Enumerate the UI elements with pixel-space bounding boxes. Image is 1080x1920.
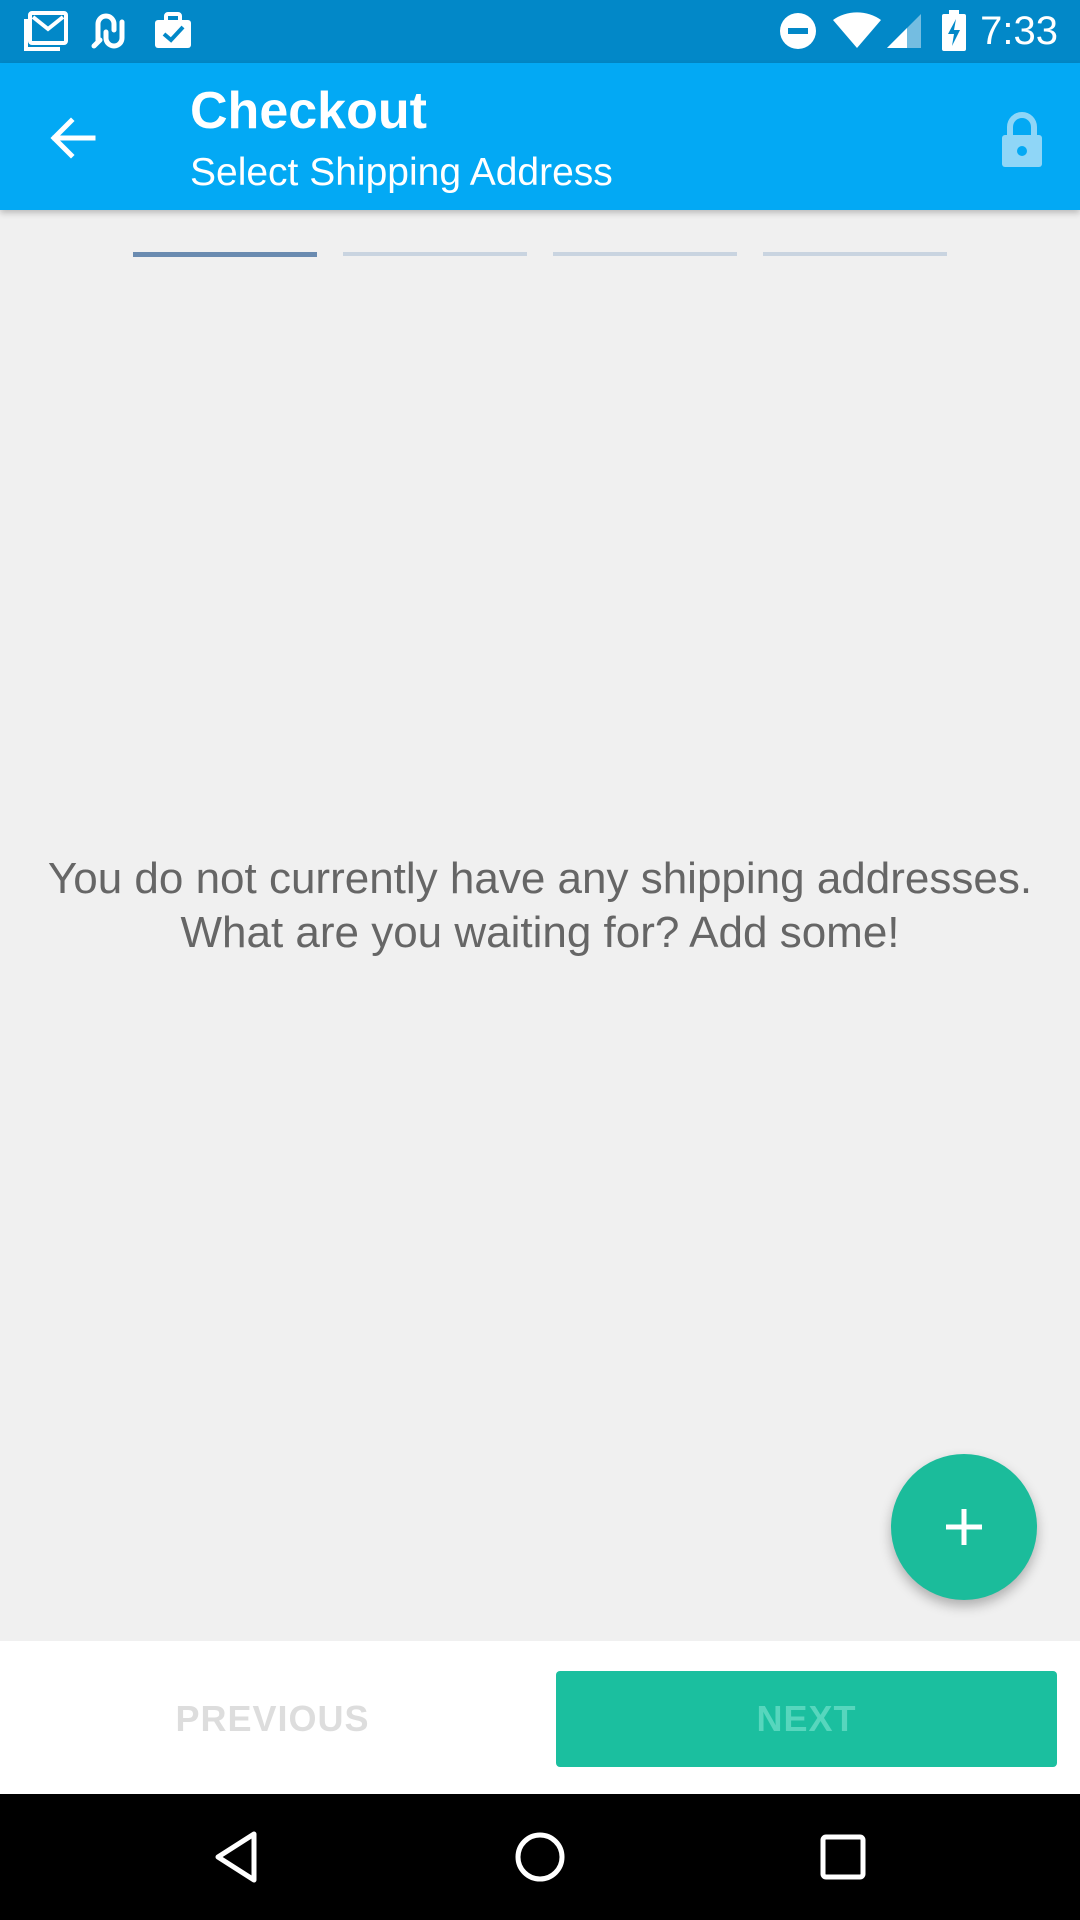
page-title: Checkout: [190, 82, 427, 140]
step-progress: [0, 252, 1080, 258]
step-indicator-1: [133, 252, 317, 257]
plus-icon: [946, 1509, 982, 1545]
previous-button[interactable]: PREVIOUS: [0, 1671, 545, 1767]
navigation-bar: [0, 1794, 1080, 1920]
gmail-icon: [22, 10, 70, 52]
empty-state-line-1: You do not currently have any shipping a…: [47, 854, 1033, 903]
arrow-back-icon: [50, 117, 96, 159]
battery-charging-icon: [940, 10, 968, 52]
status-time: 7:33: [980, 9, 1058, 53]
step-indicator-4: [763, 252, 947, 256]
step-indicator-2: [343, 252, 527, 256]
do-not-disturb-icon: [778, 10, 818, 52]
signal-icon: [884, 10, 924, 52]
status-bar: 7:33: [0, 0, 1080, 63]
page-subtitle: Select Shipping Address: [190, 151, 613, 194]
app-bar: Checkout Select Shipping Address: [0, 63, 1080, 210]
next-button[interactable]: NEXT: [556, 1671, 1057, 1767]
empty-state-line-2: What are you waiting for? Add some!: [180, 908, 900, 957]
lock-icon: [994, 105, 1050, 175]
back-button[interactable]: [28, 103, 118, 173]
nav-home-icon[interactable]: [505, 1822, 575, 1892]
step-indicator-3: [553, 252, 737, 256]
briefcase-check-icon: [152, 10, 194, 52]
add-address-button[interactable]: [891, 1454, 1037, 1600]
empty-state-message: You do not currently have any shipping a…: [0, 852, 1080, 960]
nav-recents-icon[interactable]: [808, 1822, 878, 1892]
bottom-action-bar: PREVIOUS NEXT: [0, 1641, 1080, 1794]
link-icon: [90, 10, 130, 52]
wifi-icon: [832, 10, 882, 52]
nav-back-icon[interactable]: [201, 1822, 271, 1892]
